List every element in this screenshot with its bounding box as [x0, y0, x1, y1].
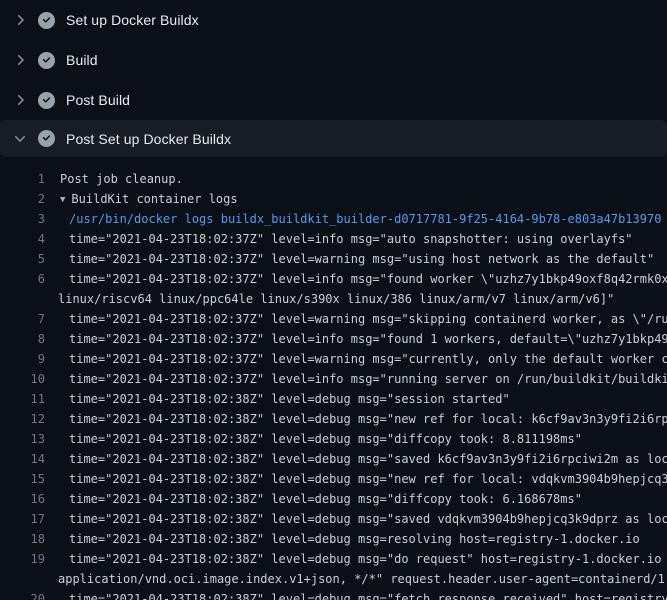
- log-line: 17 time="2021-04-23T18:02:38Z" level=deb…: [0, 509, 667, 529]
- log-text: time="2021-04-23T18:02:38Z" level=debug …: [69, 589, 667, 600]
- log-line: 16 time="2021-04-23T18:02:38Z" level=deb…: [0, 489, 667, 509]
- log-text: time="2021-04-23T18:02:37Z" level=info m…: [69, 329, 667, 349]
- log-text: /usr/bin/docker logs buildx_buildkit_bui…: [69, 209, 661, 229]
- log-text: time="2021-04-23T18:02:38Z" level=debug …: [69, 529, 640, 549]
- step-row-post-build[interactable]: Post Build: [0, 80, 667, 120]
- step-label: Post Build: [66, 92, 130, 108]
- log-line: 18 time="2021-04-23T18:02:38Z" level=deb…: [0, 529, 667, 549]
- log-text: time="2021-04-23T18:02:38Z" level=debug …: [69, 489, 582, 509]
- line-number[interactable]: 11: [0, 389, 45, 409]
- line-number[interactable]: 15: [0, 469, 45, 489]
- log-text: time="2021-04-23T18:02:37Z" level=info m…: [69, 269, 667, 289]
- line-number[interactable]: 7: [0, 309, 45, 329]
- log-line: application/vnd.oci.image.index.v1+json,…: [0, 569, 667, 589]
- log-line: 3 /usr/bin/docker logs buildx_buildkit_b…: [0, 209, 667, 229]
- log-line: 14 time="2021-04-23T18:02:38Z" level=deb…: [0, 449, 667, 469]
- line-number[interactable]: 4: [0, 229, 45, 249]
- check-circle-icon: [38, 52, 55, 69]
- log-text: time="2021-04-23T18:02:38Z" level=debug …: [69, 469, 667, 489]
- log-line: 1 Post job cleanup.: [0, 169, 667, 189]
- step-list: Set up Docker Buildx Build Post Build Po…: [0, 0, 667, 157]
- line-number[interactable]: 17: [0, 509, 45, 529]
- line-number[interactable]: 12: [0, 409, 45, 429]
- log-group-label: BuildKit container logs: [71, 192, 237, 206]
- line-number[interactable]: 5: [0, 249, 45, 269]
- log-lines: 1 Post job cleanup. 2 ▼ BuildKit containe…: [0, 157, 667, 600]
- line-number[interactable]: 1: [0, 169, 45, 189]
- log-text: time="2021-04-23T18:02:38Z" level=debug …: [69, 549, 667, 569]
- log-line: 2 ▼ BuildKit container logs: [0, 189, 667, 209]
- log-line: 9 time="2021-04-23T18:02:37Z" level=warn…: [0, 349, 667, 369]
- step-label: Post Set up Docker Buildx: [66, 131, 231, 147]
- step-row-build[interactable]: Build: [0, 40, 667, 80]
- log-text: application/vnd.oci.image.index.v1+json,…: [58, 569, 667, 589]
- line-number[interactable]: 2: [0, 189, 45, 209]
- log-text: time="2021-04-23T18:02:37Z" level=warnin…: [69, 249, 654, 269]
- log-line: 13 time="2021-04-23T18:02:38Z" level=deb…: [0, 429, 667, 449]
- log-line: 8 time="2021-04-23T18:02:37Z" level=info…: [0, 329, 667, 349]
- log-line: linux/riscv64 linux/ppc64le linux/s390x …: [0, 289, 667, 309]
- log-text: time="2021-04-23T18:02:38Z" level=debug …: [69, 449, 667, 469]
- line-number[interactable]: 18: [0, 529, 45, 549]
- log-text: time="2021-04-23T18:02:37Z" level=info m…: [69, 229, 633, 249]
- log-text: time="2021-04-23T18:02:37Z" level=warnin…: [69, 309, 667, 329]
- check-circle-icon: [38, 130, 55, 147]
- step-label: Set up Docker Buildx: [66, 12, 199, 28]
- log-text: Post job cleanup.: [60, 169, 183, 189]
- actions-log-viewer: Set up Docker Buildx Build Post Build Po…: [0, 0, 667, 600]
- log-text: time="2021-04-23T18:02:38Z" level=debug …: [69, 409, 667, 429]
- chevron-right-icon[interactable]: [12, 52, 28, 68]
- step-label: Build: [66, 52, 98, 68]
- check-circle-icon: [38, 12, 55, 29]
- step-row-post-set-up-docker-buildx[interactable]: Post Set up Docker Buildx: [0, 120, 667, 157]
- log-line: 10 time="2021-04-23T18:02:37Z" level=inf…: [0, 369, 667, 389]
- log-text: time="2021-04-23T18:02:38Z" level=debug …: [69, 509, 667, 529]
- log-line: 5 time="2021-04-23T18:02:37Z" level=warn…: [0, 249, 667, 269]
- collapse-triangle-icon: ▼: [60, 190, 65, 209]
- log-text: time="2021-04-23T18:02:37Z" level=warnin…: [69, 349, 667, 369]
- log-line: 19 time="2021-04-23T18:02:38Z" level=deb…: [0, 549, 667, 569]
- log-text: linux/riscv64 linux/ppc64le linux/s390x …: [58, 289, 614, 309]
- line-number[interactable]: 13: [0, 429, 45, 449]
- log-line: 15 time="2021-04-23T18:02:38Z" level=deb…: [0, 469, 667, 489]
- log-line: 12 time="2021-04-23T18:02:38Z" level=deb…: [0, 409, 667, 429]
- line-number[interactable]: 10: [0, 369, 45, 389]
- log-text: time="2021-04-23T18:02:38Z" level=debug …: [69, 389, 510, 409]
- log-group-toggle[interactable]: ▼ BuildKit container logs: [60, 189, 238, 209]
- log-line: 11 time="2021-04-23T18:02:38Z" level=deb…: [0, 389, 667, 409]
- line-number[interactable]: [0, 289, 45, 309]
- line-number[interactable]: 9: [0, 349, 45, 369]
- log-line: 6 time="2021-04-23T18:02:37Z" level=info…: [0, 269, 667, 289]
- line-number[interactable]: 3: [0, 209, 45, 229]
- line-number[interactable]: 6: [0, 269, 45, 289]
- line-number[interactable]: 14: [0, 449, 45, 469]
- chevron-down-icon[interactable]: [12, 131, 28, 147]
- log-line: 4 time="2021-04-23T18:02:37Z" level=info…: [0, 229, 667, 249]
- log-line: 7 time="2021-04-23T18:02:37Z" level=warn…: [0, 309, 667, 329]
- line-number[interactable]: 8: [0, 329, 45, 349]
- log-text: time="2021-04-23T18:02:37Z" level=info m…: [69, 369, 667, 389]
- chevron-right-icon[interactable]: [12, 12, 28, 28]
- line-number[interactable]: 20: [0, 589, 45, 600]
- line-number[interactable]: [0, 569, 45, 589]
- chevron-right-icon[interactable]: [12, 92, 28, 108]
- log-text: time="2021-04-23T18:02:38Z" level=debug …: [69, 429, 582, 449]
- line-number[interactable]: 19: [0, 549, 45, 569]
- line-number[interactable]: 16: [0, 489, 45, 509]
- log-line: 20 time="2021-04-23T18:02:38Z" level=deb…: [0, 589, 667, 600]
- check-circle-icon: [38, 92, 55, 109]
- step-row-set-up-docker-buildx[interactable]: Set up Docker Buildx: [0, 0, 667, 40]
